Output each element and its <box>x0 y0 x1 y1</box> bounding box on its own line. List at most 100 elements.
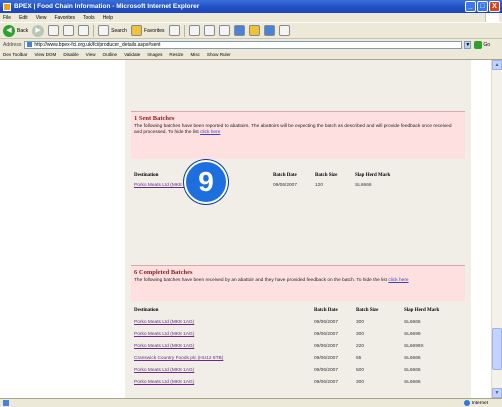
search-icon <box>98 25 110 36</box>
destination-link[interactable]: Porko Meats Ltd (MK8 1AG) <box>134 368 194 373</box>
batch-date: 09/06/2007 <box>314 344 339 349</box>
dev-images[interactable]: Images <box>147 52 162 57</box>
dev-disable[interactable]: Disable <box>63 52 78 57</box>
dev-validate[interactable]: Validate <box>124 52 140 57</box>
standard-toolbar: ◀ Back ▶ Search Favorites <box>0 22 502 39</box>
menu-favorites[interactable]: Favorites <box>54 15 75 21</box>
batch-date: 09/06/2007 <box>314 320 339 325</box>
toolbar-separator <box>183 24 185 37</box>
dev-misc[interactable]: Misc <box>190 52 199 57</box>
batch-date: 09/06/2007 <box>314 380 339 385</box>
completed-desc-text: The following batches have been received… <box>134 278 387 283</box>
dev-toolbar-label: Dev Toolbar <box>3 52 28 57</box>
sent-hide-link[interactable]: click here <box>200 130 220 135</box>
destination-link[interactable]: Porko Meats Ltd (MK8 1AG) <box>134 344 194 349</box>
window-title: BPEX | Food Chain Information - Microsof… <box>14 3 200 10</box>
sent-desc-text: The following batches have been reported… <box>134 124 452 135</box>
page-status-icon <box>3 400 9 406</box>
batch-date: 09/06/2007 <box>314 356 339 361</box>
table-row: Porko Meats Ltd (MK8 1AG) 09/06/2007 300… <box>134 380 464 388</box>
minimize-button[interactable]: _ <box>465 1 476 12</box>
sent-batches-title: 1 Sent Batches <box>134 115 175 122</box>
refresh-button[interactable] <box>63 25 75 36</box>
table-row: Porko Meats Ltd (MK8 1AG) 09/06/2007 500… <box>134 368 464 376</box>
dev-resize[interactable]: Resize <box>169 52 183 57</box>
print-button[interactable] <box>203 25 215 36</box>
research-button[interactable] <box>278 25 290 36</box>
folder-button[interactable] <box>248 25 260 36</box>
star-icon <box>130 25 142 36</box>
home-button[interactable] <box>78 25 90 36</box>
stop-button[interactable] <box>48 25 60 36</box>
menu-tools[interactable]: Tools <box>83 15 95 21</box>
history-button[interactable] <box>168 25 180 36</box>
search-label: Search <box>111 27 127 34</box>
menu-bar: File Edit View Favorites Tools Help <box>0 13 502 22</box>
favorites-button[interactable]: Favorites <box>130 25 165 36</box>
forward-button[interactable]: ▶ <box>32 24 45 37</box>
batch-date: 09/06/2007 <box>314 368 339 373</box>
favorites-label: Favorites <box>143 27 165 34</box>
maximize-button[interactable]: □ <box>477 1 488 12</box>
col-batch-size: Batch Size <box>315 173 338 178</box>
slap-herd-mark: SL6666 <box>355 183 372 188</box>
slap-herd-mark: SL6666 <box>404 320 421 325</box>
window-title-bar[interactable]: BPEX | Food Chain Information - Microsof… <box>0 0 502 13</box>
completed-batches-desc: The following batches have been received… <box>134 278 460 284</box>
back-button[interactable]: ◀ Back <box>3 24 28 37</box>
page-icon <box>27 42 33 47</box>
slap-herd-mark: SL6666 <box>404 380 421 385</box>
dev-outline[interactable]: Outline <box>103 52 118 57</box>
col-destination: Destination <box>134 173 159 178</box>
scroll-up-button[interactable]: ▲ <box>492 60 502 70</box>
col-slap-herd-mark: Slap Herd Mark <box>404 308 440 313</box>
dev-view[interactable]: View <box>86 52 96 57</box>
menu-view[interactable]: View <box>36 15 47 21</box>
batch-size: 300 <box>356 380 365 385</box>
col-batch-size: Batch Size <box>356 308 379 313</box>
dev-show-ruler[interactable]: Show Ruler <box>207 52 231 57</box>
dev-toolbar: Dev Toolbar View DOM Disable View Outlin… <box>0 50 502 60</box>
back-arrow-icon: ◀ <box>3 24 15 37</box>
destination-link[interactable]: Porko Meats Ltd (MK8 1AG) <box>134 332 194 337</box>
address-label: Address <box>3 41 22 48</box>
batch-date: 09/06/2007 <box>314 332 339 337</box>
close-button[interactable]: X <box>489 1 500 12</box>
mail-button[interactable] <box>188 25 200 36</box>
messenger-button[interactable] <box>263 25 275 36</box>
go-button[interactable]: Go <box>474 40 490 49</box>
menu-help[interactable]: Help <box>103 15 113 21</box>
windows-logo-icon <box>485 13 499 22</box>
go-arrow-icon <box>474 40 483 49</box>
completed-batches-title: 6 Completed Batches <box>134 269 193 276</box>
dev-view-dom[interactable]: View DOM <box>34 52 56 57</box>
address-bar: Address http://www.bpex-fci.org.uk/fci/p… <box>0 39 502 50</box>
table-row: Porko Meats Ltd (MK8 1AG) 09/06/2007 300… <box>134 332 464 340</box>
address-dropdown-button[interactable]: ▼ <box>464 40 472 49</box>
slap-herd-mark: SL6699 <box>404 332 421 337</box>
slap-herd-mark: SL6699X <box>404 344 424 349</box>
destination-link[interactable]: Cranswick Country Foods plc (HU12 8TB) <box>134 356 223 361</box>
menu-edit[interactable]: Edit <box>19 15 28 21</box>
scroll-down-button[interactable]: ▼ <box>492 388 502 398</box>
destination-link[interactable]: Porko Meats Ltd (MK8 1AG) <box>134 380 194 385</box>
sent-batches-panel: 1 Sent Batches The following batches hav… <box>131 111 465 159</box>
step-number-badge: 9 <box>184 160 228 204</box>
destination-link[interactable]: Porko Meats Ltd (MK8 1AG) <box>134 320 194 325</box>
page-content: 1 Sent Batches The following batches hav… <box>125 60 471 398</box>
table-row: Porko Meats Ltd (MK8 1AG) 09/06/2007 300… <box>134 320 464 328</box>
security-zone: Internet <box>463 400 488 406</box>
edit-button[interactable] <box>218 25 230 36</box>
batch-size: 120 <box>315 183 324 188</box>
batch-size: 300 <box>356 332 365 337</box>
completed-hide-link[interactable]: click here <box>388 278 408 283</box>
ie-icon <box>3 2 11 11</box>
vertical-scrollbar[interactable]: ▲ ▼ <box>491 60 502 398</box>
discuss-button[interactable] <box>233 25 245 36</box>
search-button[interactable]: Search <box>98 25 127 36</box>
address-input[interactable]: http://www.bpex-fci.org.uk/fci/producer_… <box>24 40 463 49</box>
scroll-thumb[interactable] <box>492 328 502 370</box>
menu-file[interactable]: File <box>3 15 11 21</box>
batch-size: 220 <box>356 344 365 349</box>
address-url: http://www.bpex-fci.org.uk/fci/producer_… <box>34 41 161 48</box>
